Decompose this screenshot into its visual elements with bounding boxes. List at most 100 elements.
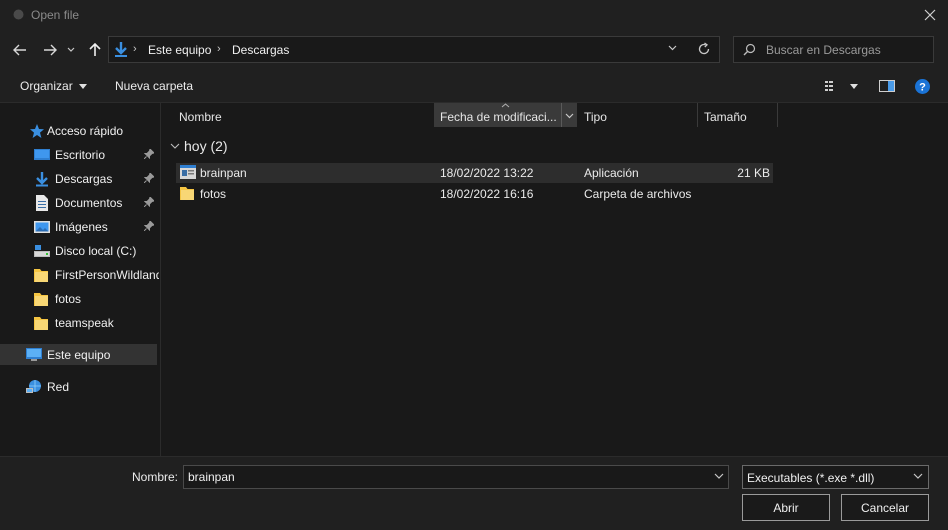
nav-label: Documentos	[55, 196, 123, 210]
nav-item-este-equipo[interactable]: Este equipo	[0, 344, 157, 365]
pin-icon[interactable]	[144, 173, 154, 183]
nav-item-imagenes[interactable]: Imágenes	[0, 216, 157, 237]
breadcrumb-este-equipo[interactable]: Este equipo	[148, 43, 211, 57]
file-list: Nombre Fecha de modificaci... Tipo Tamañ…	[162, 103, 948, 456]
drive-icon	[34, 245, 50, 257]
file-modified: 18/02/2022 16:16	[440, 187, 534, 201]
recent-locations-button[interactable]	[63, 38, 79, 62]
sort-indicator-icon	[501, 103, 510, 108]
app-icon	[13, 9, 24, 20]
filename-label: Nombre:	[132, 470, 179, 484]
nav-item-firstpersonwildland[interactable]: FirstPersonWildland	[0, 264, 159, 285]
column-label: Tipo	[584, 110, 607, 124]
column-label: Nombre	[179, 110, 222, 124]
search-input[interactable]	[766, 41, 926, 59]
file-name: brainpan	[200, 166, 247, 180]
application-icon	[180, 165, 196, 179]
group-label: hoy (2)	[184, 138, 228, 154]
star-icon	[30, 124, 44, 138]
file-type: Carpeta de archivos	[584, 187, 692, 201]
refresh-icon[interactable]	[697, 42, 711, 56]
pin-icon[interactable]	[144, 197, 154, 207]
filename-input[interactable]	[188, 469, 698, 485]
arrow-right-icon	[44, 44, 57, 56]
download-icon	[115, 42, 127, 57]
organize-label: Organizar	[20, 79, 73, 93]
file-modified: 18/02/2022 13:22	[440, 166, 534, 180]
pictures-icon	[34, 221, 50, 233]
column-header-modified[interactable]: Fecha de modificaci...	[434, 103, 577, 127]
nav-item-disco-local[interactable]: Disco local (C:)	[0, 240, 157, 261]
window-title: Open file	[31, 8, 80, 22]
chevron-down-icon	[67, 47, 75, 52]
search-icon	[743, 43, 756, 56]
pin-icon[interactable]	[144, 221, 154, 231]
nav-item-descargas[interactable]: Descargas	[0, 168, 157, 189]
nav-label: Escritorio	[55, 148, 106, 162]
up-button[interactable]	[83, 38, 107, 62]
help-icon[interactable]: ?	[915, 79, 930, 94]
document-icon	[36, 195, 48, 211]
preview-pane-icon[interactable]	[879, 80, 895, 92]
chevron-down-icon[interactable]	[668, 45, 677, 51]
computer-icon	[26, 348, 42, 361]
column-divider	[561, 103, 562, 127]
chevron-down-icon	[913, 473, 923, 479]
caret-down-icon	[79, 84, 88, 90]
nav-label: teamspeak	[55, 316, 114, 330]
column-label: Tamaño	[704, 110, 747, 124]
folder-icon	[34, 269, 48, 282]
nav-item-fotos[interactable]: fotos	[0, 288, 157, 309]
nav-item-red[interactable]: Red	[0, 376, 157, 397]
address-bar[interactable]: › Este equipo › Descargas	[108, 36, 720, 63]
folder-icon	[180, 187, 194, 200]
filename-combobox[interactable]	[183, 465, 729, 489]
forward-button[interactable]	[38, 38, 62, 62]
close-button[interactable]	[912, 0, 948, 30]
filetype-select[interactable]: Executables (*.exe *.dll)	[742, 465, 929, 489]
nav-label: Imágenes	[55, 220, 108, 234]
nav-label: fotos	[55, 292, 82, 306]
chevron-down-icon	[170, 143, 180, 149]
new-folder-button[interactable]: Nueva carpeta	[115, 79, 193, 93]
back-button[interactable]	[8, 38, 32, 62]
navigation-pane: Acceso rápido Escritorio Descargas Docum…	[0, 103, 161, 456]
filetype-value: Executables (*.exe *.dll)	[747, 471, 875, 485]
nav-label: Descargas	[55, 172, 113, 186]
nav-label: Red	[47, 380, 70, 394]
nav-item-escritorio[interactable]: Escritorio	[0, 144, 157, 165]
arrow-up-icon	[89, 43, 101, 56]
change-view-button[interactable]	[824, 80, 858, 95]
nav-label: Acceso rápido	[47, 124, 124, 138]
open-button[interactable]: Abrir	[742, 494, 830, 521]
organize-button[interactable]: Organizar	[20, 79, 88, 93]
network-icon	[26, 380, 41, 393]
file-row-brainpan[interactable]: brainpan 18/02/2022 13:22 Aplicación 21 …	[176, 163, 773, 183]
nav-item-teamspeak[interactable]: teamspeak	[0, 312, 157, 333]
file-size: 21 KB	[737, 166, 770, 180]
nav-label: Este equipo	[47, 348, 111, 362]
column-label: Fecha de modificaci...	[440, 110, 557, 124]
column-header-size[interactable]: Tamaño	[698, 103, 777, 129]
caret-down-icon	[850, 84, 858, 89]
nav-item-documentos[interactable]: Documentos	[0, 192, 157, 213]
command-bar: Organizar Nueva carpeta ?	[0, 70, 948, 103]
nav-item-quick-access[interactable]: Acceso rápido	[0, 120, 157, 141]
nav-label: Disco local (C:)	[55, 244, 137, 258]
title-bar: Open file	[0, 0, 948, 30]
file-type: Aplicación	[584, 166, 639, 180]
pin-icon[interactable]	[144, 149, 154, 159]
navigation-bar: › Este equipo › Descargas	[0, 30, 948, 70]
search-box[interactable]	[733, 36, 934, 63]
chevron-down-icon[interactable]	[714, 473, 724, 479]
download-icon	[36, 172, 48, 187]
folder-icon	[34, 317, 48, 330]
dialog-footer: Nombre: Executables (*.exe *.dll) Abrir …	[0, 456, 948, 530]
file-row-fotos[interactable]: fotos 18/02/2022 16:16 Carpeta de archiv…	[176, 184, 773, 204]
breadcrumb-descargas[interactable]: Descargas	[232, 43, 289, 57]
column-header-type[interactable]: Tipo	[578, 103, 697, 129]
cancel-button[interactable]: Cancelar	[841, 494, 929, 521]
column-header-name[interactable]: Nombre	[162, 103, 433, 129]
chevron-down-icon[interactable]	[565, 113, 574, 119]
arrow-left-icon	[13, 44, 26, 56]
